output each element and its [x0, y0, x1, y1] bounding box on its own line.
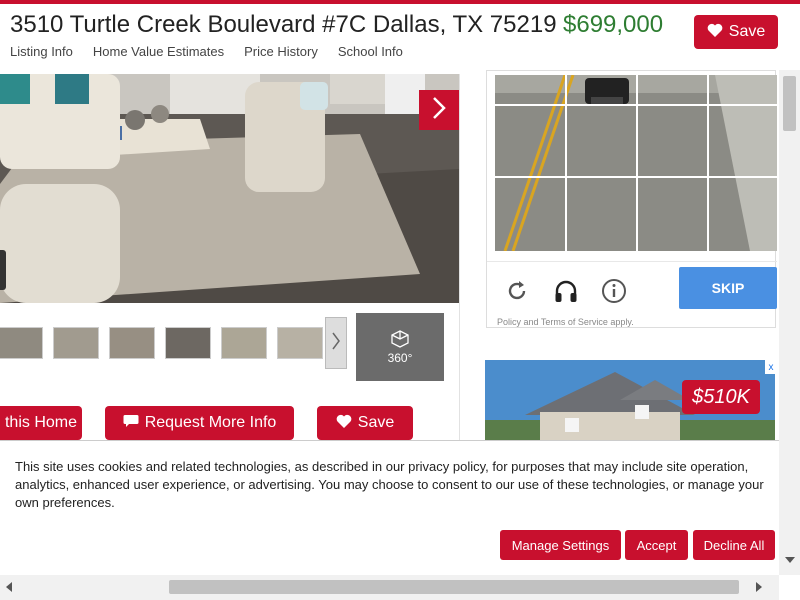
heart-icon: [336, 414, 352, 433]
prev-photo-handle[interactable]: [0, 250, 6, 290]
cookie-consent-banner: This site uses cookies and related techn…: [0, 440, 780, 575]
tab-listing-info[interactable]: Listing Info: [10, 44, 73, 59]
scroll-down-arrow-icon[interactable]: [780, 552, 800, 568]
column-divider: [459, 74, 460, 440]
tab-price-history[interactable]: Price History: [244, 44, 318, 59]
scroll-right-arrow-icon[interactable]: [752, 580, 766, 594]
scroll-left-arrow-icon[interactable]: [2, 580, 16, 594]
save-button-top[interactable]: Save: [694, 15, 778, 49]
captcha-widget: SKIP Policy and Terms of Service apply.: [486, 70, 777, 328]
horizontal-scrollbar-thumb[interactable]: [169, 580, 739, 594]
thumbnail-6[interactable]: [277, 327, 323, 359]
request-label: Request More Info: [144, 414, 277, 431]
chevron-right-icon: [331, 331, 341, 356]
save-label: Save: [357, 414, 395, 431]
ad-close-icon[interactable]: x: [765, 360, 777, 374]
chat-bubble-icon: [123, 414, 139, 433]
request-more-info-button[interactable]: Request More Info: [105, 406, 294, 440]
horizontal-scrollbar[interactable]: [0, 575, 779, 600]
top-accent-bar: [0, 0, 800, 4]
captcha-image-grid[interactable]: [495, 75, 777, 251]
captcha-skip-button[interactable]: SKIP: [679, 267, 777, 309]
thumbnails-next-button[interactable]: [325, 317, 347, 369]
listing-tabs: Listing Info Home Value Estimates Price …: [10, 44, 403, 59]
captcha-policy-text: Policy and Terms of Service apply.: [497, 317, 634, 327]
accept-button[interactable]: Accept: [625, 530, 688, 560]
vertical-scrollbar[interactable]: [779, 70, 800, 575]
tab-school-info[interactable]: School Info: [338, 44, 403, 59]
thumbnail-1[interactable]: [0, 327, 43, 359]
tour-label: this Home: [4, 414, 78, 431]
listing-photo[interactable]: [0, 74, 459, 303]
tour-this-home-button[interactable]: this Home: [0, 406, 82, 440]
heart-icon: [707, 23, 723, 42]
thumbnail-5[interactable]: [221, 327, 267, 359]
tour-360-label: 360°: [387, 350, 413, 365]
decline-all-button[interactable]: Decline All: [693, 530, 775, 560]
manage-settings-button[interactable]: Manage Settings: [500, 530, 621, 560]
headphones-icon[interactable]: [551, 276, 581, 306]
ad-price-badge: $510K: [682, 380, 760, 414]
thumbnail-3[interactable]: [109, 327, 155, 359]
info-icon[interactable]: [599, 276, 629, 306]
chevron-right-icon: [431, 96, 447, 125]
thumbnail-4[interactable]: [165, 327, 211, 359]
thumbnail-2[interactable]: [53, 327, 99, 359]
save-button-bottom[interactable]: Save: [317, 406, 413, 440]
captcha-controls: SKIP: [487, 261, 777, 311]
tab-home-value-estimates[interactable]: Home Value Estimates: [93, 44, 224, 59]
virtual-tour-360-button[interactable]: 360°: [356, 313, 444, 381]
refresh-icon[interactable]: [502, 276, 532, 306]
cookie-consent-text: This site uses cookies and related techn…: [15, 459, 764, 510]
cube-icon: [390, 329, 410, 351]
listing-price: $699,000: [563, 11, 664, 38]
save-label: Save: [728, 23, 766, 40]
listing-address: 3510 Turtle Creek Boulevard #7C Dallas, …: [10, 11, 557, 38]
vertical-scrollbar-thumb[interactable]: [783, 76, 796, 131]
next-photo-button[interactable]: [419, 90, 459, 130]
